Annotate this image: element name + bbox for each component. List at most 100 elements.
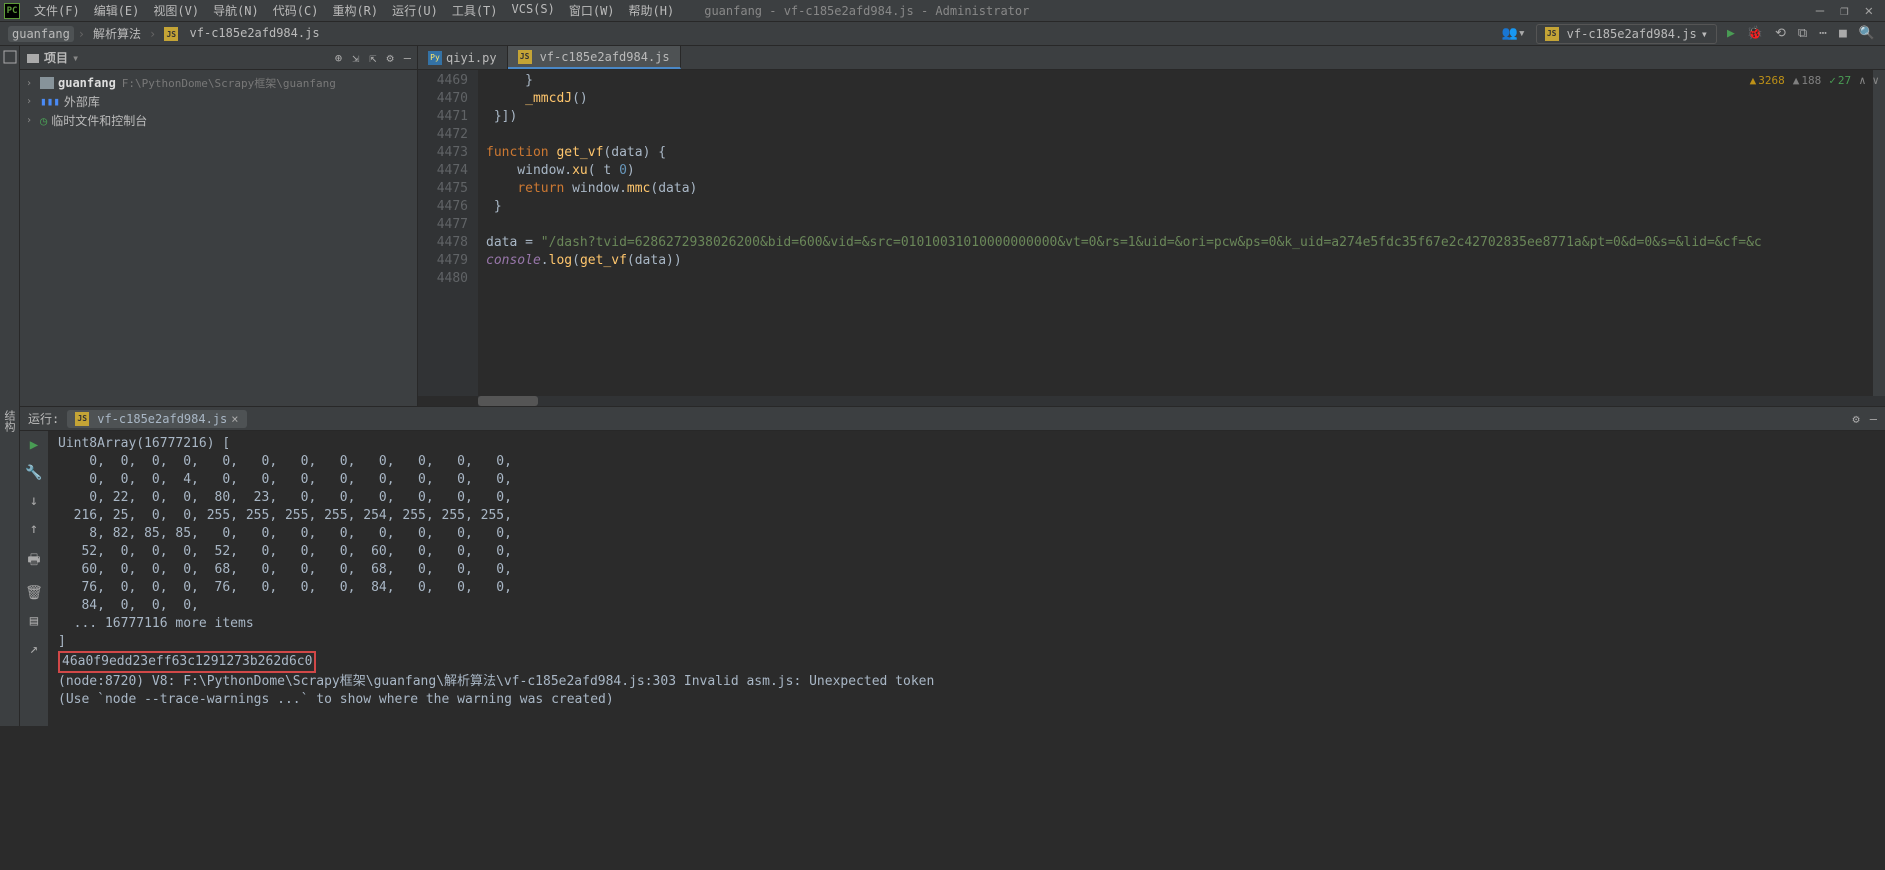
tree-root-name: guanfang [58,76,116,90]
menu-vcs[interactable]: VCS(S) [506,0,561,21]
tab-qiyi[interactable]: Py qiyi.py [418,46,508,69]
highlighted-hash: 46a0f9edd23eff63c1291273b262d6c0 [58,651,316,673]
wrench-icon[interactable]: 🔧 [25,465,42,481]
stop-button[interactable]: ■ [1837,26,1849,41]
editor-tabs: Py qiyi.py JS vf-c185e2afd984.js [418,46,1885,70]
minimize-button[interactable]: — [1816,3,1824,19]
crumb-file-label: vf-c185e2afd984.js [190,26,320,40]
editor-scrollbar[interactable] [1873,70,1885,396]
run-panel-label: 运行: [28,410,59,427]
menu-tools[interactable]: 工具(T) [446,0,504,21]
menu-file[interactable]: 文件(F) [28,0,86,21]
run-tab-label: vf-c185e2afd984.js [97,412,227,426]
editor-body[interactable]: ▲ 3268 ▲ 188 ✓ 27 ∧ ∨ 446944704471447244… [418,70,1885,396]
run-config-select[interactable]: JS vf-c185e2afd984.js ▾ [1536,24,1717,44]
expand-all-icon[interactable]: ⇲ [352,51,359,65]
project-tree: › guanfang F:\PythonDome\Scrapy框架\guanfa… [20,70,417,406]
folder-icon [40,77,54,89]
library-icon: ▮▮▮ [40,95,60,108]
tree-root[interactable]: › guanfang F:\PythonDome\Scrapy框架\guanfa… [20,74,417,92]
left-tool-rail [0,46,20,406]
users-icon[interactable]: 👥▾ [1500,26,1528,41]
menu-window[interactable]: 窗口(W) [563,0,621,21]
editor-area: Py qiyi.py JS vf-c185e2afd984.js ▲ 3268 … [418,46,1885,406]
filter-icon[interactable]: ▤ [30,613,38,629]
close-tab-icon[interactable]: × [231,412,238,426]
tree-scratches-label: 临时文件和控制台 [51,112,147,129]
tab-label: qiyi.py [446,51,497,65]
rerun-icon[interactable]: ▶ [28,437,40,453]
tree-scratches[interactable]: › ◷ 临时文件和控制台 [20,111,417,130]
down-icon[interactable]: ↓ [30,493,38,509]
hide-panel-icon[interactable]: — [404,51,411,65]
chevron-right-icon: › [149,27,156,41]
chevron-right-icon: › [26,115,40,126]
js-file-icon: JS [75,412,89,426]
js-file-icon: JS [1545,27,1559,41]
run-button[interactable]: ▶ [1725,26,1737,41]
window-controls: — ❐ ✕ [1816,3,1881,19]
hide-panel-icon[interactable]: — [1870,412,1877,426]
weak-warning-badge[interactable]: ▲ 188 [1793,74,1822,87]
profile-button[interactable]: ⧉ [1796,26,1809,41]
menu-help[interactable]: 帮助(H) [623,0,681,21]
maximize-button[interactable]: ❐ [1840,3,1848,19]
project-panel-title: 项目 [44,49,68,66]
coverage-button[interactable]: ⟲ [1773,26,1788,41]
chevron-down-icon[interactable]: ▾ [72,51,79,65]
project-tool-icon[interactable] [3,50,17,64]
run-tab[interactable]: JS vf-c185e2afd984.js × [67,410,246,428]
print-icon[interactable]: 🖶 [27,549,40,573]
scratch-icon: ◷ [40,114,47,128]
chevron-right-icon: › [26,96,40,107]
chevron-right-icon: › [78,27,85,41]
editor-h-scrollbar[interactable] [478,396,1885,406]
project-panel-header: 项目 ▾ ⊕ ⇲ ⇱ ⚙ — [20,46,417,70]
search-everywhere-button[interactable]: 🔍 [1857,26,1877,41]
crumb-root[interactable]: guanfang [8,26,74,42]
window-title: guanfang - vf-c185e2afd984.js - Administ… [704,4,1029,18]
tree-ext-libs-label: 外部库 [64,93,100,110]
typo-badge[interactable]: ✓ 27 [1829,74,1851,87]
python-file-icon: Py [428,51,442,65]
run-panel-header: 运行: JS vf-c185e2afd984.js × ⚙ — [20,407,1885,431]
project-icon [26,51,40,65]
settings-icon[interactable]: ⚙ [387,51,394,65]
gutter: 4469447044714472447344744475447644774478… [418,70,478,396]
crumb-file[interactable]: JS vf-c185e2afd984.js [160,25,323,43]
trash-icon[interactable]: 🗑 [25,585,43,601]
navbar: guanfang › 解析算法 › JS vf-c185e2afd984.js … [0,22,1885,46]
chevron-down-icon: ▾ [1701,27,1708,41]
scroll-icon[interactable]: ↗ [30,641,38,657]
debug-button[interactable]: 🐞 [1745,26,1765,41]
menu-code[interactable]: 代码(C) [267,0,325,21]
menu-run[interactable]: 运行(U) [386,0,444,21]
tree-ext-libs[interactable]: › ▮▮▮ 外部库 [20,92,417,111]
up-icon[interactable]: ↑ [30,521,38,537]
inspection-badges[interactable]: ▲ 3268 ▲ 188 ✓ 27 ∧ ∨ [1750,74,1879,87]
console-output[interactable]: Uint8Array(16777216) [ 0, 0, 0, 0, 0, 0,… [48,431,1885,726]
run-config-label: vf-c185e2afd984.js [1567,27,1697,41]
tree-root-path: F:\PythonDome\Scrapy框架\guanfang [122,75,336,91]
menu-view[interactable]: 视图(V) [147,0,205,21]
crumb-folder[interactable]: 解析算法 [89,24,145,43]
titlebar: PC 文件(F) 编辑(E) 视图(V) 导航(N) 代码(C) 重构(R) 运… [0,0,1885,22]
code-content[interactable]: } _mmcdJ() }]) function get_vf(data) { w… [478,70,1873,396]
js-file-icon: JS [164,27,178,41]
collapse-all-icon[interactable]: ⇱ [369,51,376,65]
run-toolbar: ▶ 🔧 ↓ ↑ 🖶 🗑 ▤ ↗ [20,431,48,726]
js-file-icon: JS [518,50,532,64]
menu-edit[interactable]: 编辑(E) [88,0,146,21]
menu-navigate[interactable]: 导航(N) [207,0,265,21]
close-button[interactable]: ✕ [1865,3,1873,19]
menubar: 文件(F) 编辑(E) 视图(V) 导航(N) 代码(C) 重构(R) 运行(U… [28,0,680,21]
pycharm-logo-icon: PC [4,3,20,19]
tab-vf-js[interactable]: JS vf-c185e2afd984.js [508,46,681,69]
attach-button[interactable]: ⋯ [1817,26,1829,41]
locate-icon[interactable]: ⊕ [335,51,342,65]
warning-badge[interactable]: ▲ 3268 [1750,74,1785,87]
project-panel: 项目 ▾ ⊕ ⇲ ⇱ ⚙ — › guanfang F:\PythonDome\… [20,46,418,406]
structure-tool-tab[interactable]: 结构 [0,406,20,726]
menu-refactor[interactable]: 重构(R) [326,0,384,21]
run-settings-icon[interactable]: ⚙ [1853,412,1860,426]
